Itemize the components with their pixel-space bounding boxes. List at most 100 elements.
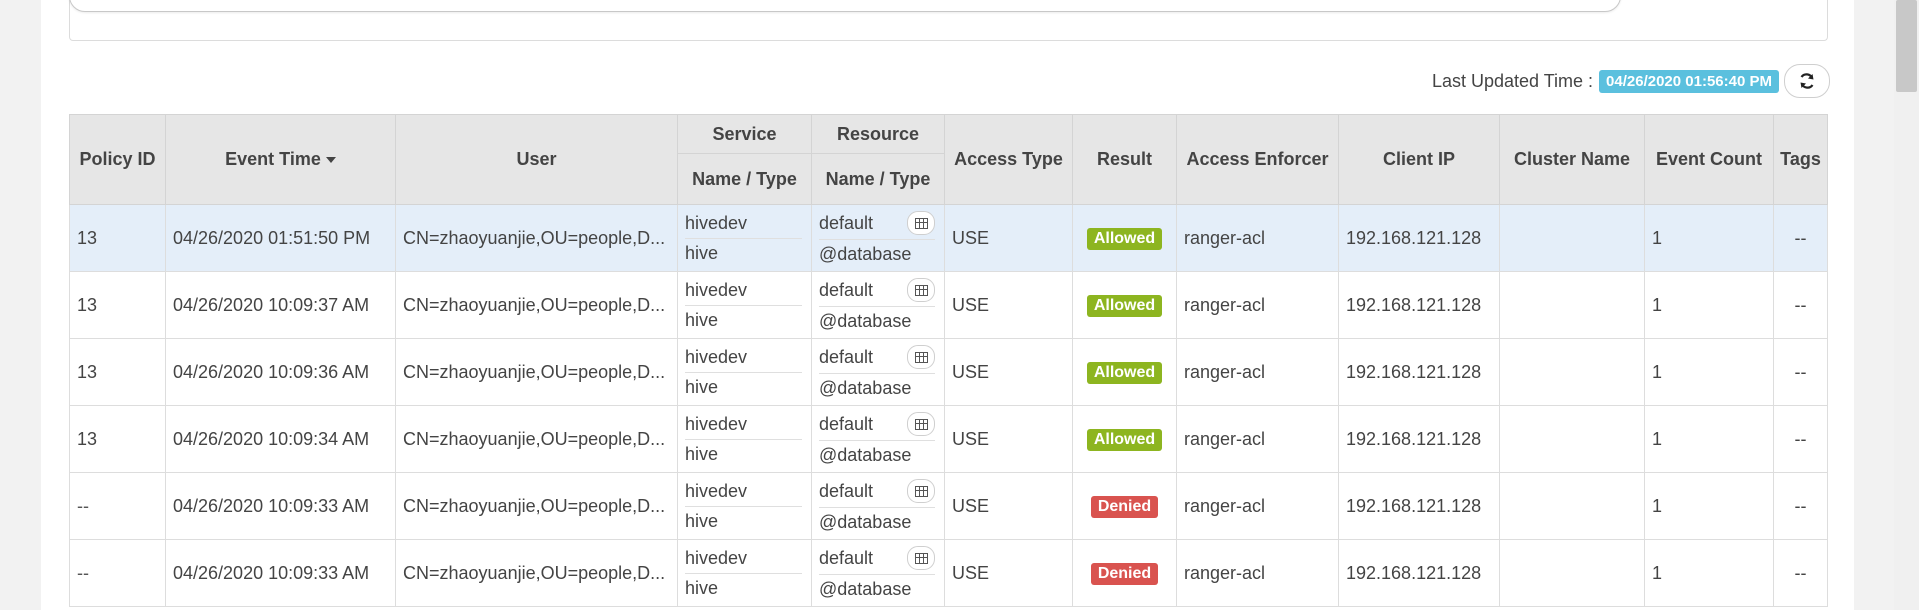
service-type: hive [685,443,719,464]
table-icon-button[interactable] [907,278,935,302]
event-time-cell: 04/26/2020 10:09:33 AM [165,472,396,540]
cluster-name-cell [1499,539,1645,607]
table-icon [914,552,928,564]
col-group-resource: Resource [811,114,945,154]
policy-id-cell: -- [69,472,166,540]
client-ip-cell: 192.168.121.128 [1338,338,1500,406]
service-name: hivedev [685,279,748,300]
client-ip-cell: 192.168.121.128 [1338,472,1500,540]
table-row[interactable]: -- 04/26/2020 10:09:33 AM CN=zhaoyuanjie,O… [69,472,1828,540]
access-type-cell: USE [944,271,1073,339]
sort-caret-icon [325,157,336,164]
access-enforcer-cell: ranger-acl [1176,539,1339,607]
table-icon [914,485,928,497]
user-cell: CN=zhaoyuanjie,OU=people,D... [395,204,678,272]
table-icon-button[interactable] [907,546,935,570]
col-tags: Tags [1773,114,1828,205]
resource-name: default [819,212,874,233]
table-icon-button[interactable] [907,479,935,503]
event-time-cell: 04/26/2020 10:09:36 AM [165,338,396,406]
service-type: hive [685,376,719,397]
table-icon-button[interactable] [907,211,935,235]
user-cell: CN=zhaoyuanjie,OU=people,D... [395,338,678,406]
service-name: hivedev [685,413,748,434]
service-type: hive [685,510,719,531]
table-icon [914,351,928,363]
resource-cell: default @database [811,472,945,540]
result-badge: Allowed [1086,428,1163,451]
col-event-count: Event Count [1644,114,1774,205]
resource-cell: default @database [811,405,945,473]
policy-id-cell[interactable]: 13 [69,405,166,473]
event-count-cell: 1 [1644,472,1774,540]
result-badge: Allowed [1086,361,1163,384]
policy-id-cell[interactable]: 13 [69,204,166,272]
col-access-type: Access Type [944,114,1073,205]
col-policy-id: Policy ID [69,114,166,205]
access-enforcer-cell: ranger-acl [1176,204,1339,272]
col-event-time[interactable]: Event Time [165,114,396,205]
resource-cell: default @database [811,338,945,406]
last-updated-label: Last Updated Time : [1431,70,1594,91]
resource-type: @database [819,445,912,465]
last-updated: Last Updated Time : 04/26/2020 01:56:40 … [1432,68,1779,94]
cluster-name-cell [1499,405,1645,473]
access-type-cell: USE [944,204,1073,272]
result-cell: Allowed [1072,338,1177,406]
table-icon-button[interactable] [907,345,935,369]
result-badge: Allowed [1086,227,1163,250]
result-badge: Allowed [1086,294,1163,317]
table-row[interactable]: 13 04/26/2020 10:09:36 AM CN=zhaoyuanjie,O… [69,338,1828,406]
page-scrollbar[interactable] [1894,0,1919,610]
col-resource-name-type: Name / Type [811,153,945,205]
event-time-cell: 04/26/2020 10:09:37 AM [165,271,396,339]
event-time-cell: 04/26/2020 10:09:34 AM [165,405,396,473]
policy-id-cell[interactable]: 13 [69,271,166,339]
client-ip-cell: 192.168.121.128 [1338,539,1500,607]
cluster-name-cell [1499,338,1645,406]
user-cell: CN=zhaoyuanjie,OU=people,D... [395,539,678,607]
access-enforcer-cell: ranger-acl [1176,271,1339,339]
access-enforcer-cell: ranger-acl [1176,405,1339,473]
client-ip-cell: 192.168.121.128 [1338,271,1500,339]
user-cell: CN=zhaoyuanjie,OU=people,D... [395,271,678,339]
col-cluster-name: Cluster Name [1499,114,1645,205]
col-client-ip: Client IP [1338,114,1500,205]
table-row[interactable]: 13 04/26/2020 01:51:50 PM CN=zhaoyuanjie,O… [69,204,1828,272]
user-cell: CN=zhaoyuanjie,OU=people,D... [395,472,678,540]
tags-cell: -- [1773,204,1828,272]
policy-id-cell: -- [69,539,166,607]
client-ip-cell: 192.168.121.128 [1338,405,1500,473]
service-name: hivedev [685,346,748,367]
col-event-time-label: Event Time [225,149,321,169]
resource-name: default [819,480,874,501]
search-bar[interactable] [69,0,1621,12]
service-name: hivedev [685,480,748,501]
service-cell: hivedev hive [677,472,812,540]
service-name: hivedev [685,547,748,568]
service-cell: hivedev hive [677,539,812,607]
table-icon-button[interactable] [907,412,935,436]
cluster-name-cell [1499,271,1645,339]
event-count-cell: 1 [1644,271,1774,339]
table-row[interactable]: 13 04/26/2020 10:09:34 AM CN=zhaoyuanjie,O… [69,405,1828,473]
last-updated-time-badge: 04/26/2020 01:56:40 PM [1599,69,1779,93]
scrollbar-thumb[interactable] [1896,0,1917,92]
policy-id-cell[interactable]: 13 [69,338,166,406]
result-badge: Denied [1090,562,1159,585]
resource-name: default [819,413,874,434]
table-row[interactable]: 13 04/26/2020 10:09:37 AM CN=zhaoyuanjie,O… [69,271,1828,339]
resource-name: default [819,279,874,300]
tags-cell: -- [1773,472,1828,540]
refresh-button[interactable] [1784,64,1830,98]
access-enforcer-cell: ranger-acl [1176,338,1339,406]
event-count-cell: 1 [1644,338,1774,406]
result-cell: Allowed [1072,204,1177,272]
tags-cell: -- [1773,271,1828,339]
result-badge: Denied [1090,495,1159,518]
result-cell: Allowed [1072,271,1177,339]
table-row[interactable]: -- 04/26/2020 10:09:33 AM CN=zhaoyuanjie,O… [69,539,1828,607]
result-cell: Denied [1072,472,1177,540]
resource-name: default [819,547,874,568]
event-time-cell: 04/26/2020 10:09:33 AM [165,539,396,607]
